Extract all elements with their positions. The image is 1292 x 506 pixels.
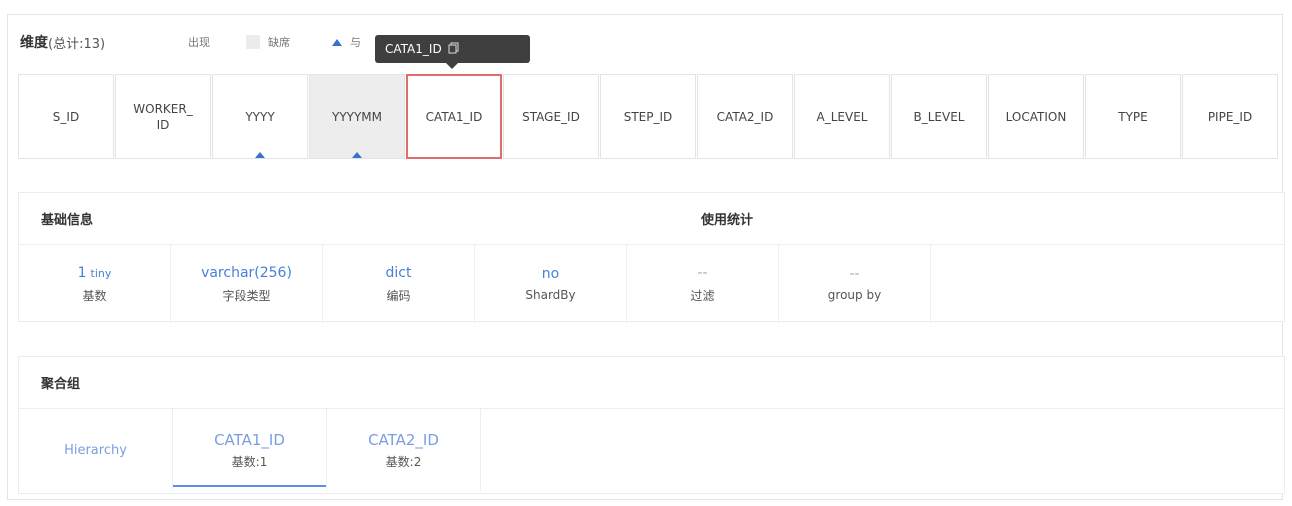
- legend-missing-label: 缺席: [268, 36, 290, 49]
- info-label: 编码: [386, 288, 411, 303]
- aggregation-group-cardinality: 基数:1: [231, 454, 268, 469]
- legend-appear: 出现: [188, 32, 210, 52]
- info-value: --: [697, 265, 707, 281]
- aggregation-group-tab[interactable]: CATA2_ID 基数:2: [327, 409, 481, 491]
- info-value: no: [542, 266, 559, 282]
- related-marker-icon: [332, 38, 342, 46]
- dimension-column-label: CATA2_ID: [716, 109, 774, 124]
- dimension-title: 维度: [20, 35, 48, 51]
- info-value: 1 tiny: [78, 265, 112, 281]
- aggregation-group-cardinality: 基数:2: [385, 454, 422, 469]
- dimension-header: 维度 (总计:13): [20, 30, 105, 54]
- basic-info-title: 基础信息: [41, 213, 94, 228]
- info-value: varchar(256): [201, 265, 292, 281]
- aggregation-title: 聚合组: [41, 377, 81, 392]
- dimension-tooltip: CATA1_ID: [375, 35, 530, 63]
- dimension-column[interactable]: STEP_ID: [600, 74, 696, 159]
- info-value-suffix: tiny: [90, 266, 112, 280]
- dimension-column[interactable]: S_ID: [18, 74, 114, 159]
- missing-swatch: [246, 35, 260, 49]
- legend-related: 与: [332, 32, 361, 52]
- dimension-column[interactable]: TYPE: [1085, 74, 1181, 159]
- info-label: ShardBy: [525, 288, 576, 302]
- info-label: group by: [827, 288, 882, 302]
- info-value-text: no: [541, 266, 560, 282]
- dimension-column[interactable]: YYYY: [212, 74, 308, 159]
- legend-missing: 缺席: [246, 32, 290, 52]
- dimension-column-label: TYPE: [1118, 109, 1148, 124]
- basic-info-panel: 基础信息 使用统计 1 tiny 基数 varchar(256) 字段类型 dict 编码 n…: [18, 192, 1285, 323]
- dimension-column-label: PIPE_ID: [1207, 109, 1253, 124]
- info-label: 过滤: [690, 288, 715, 303]
- aggregation-panel: 聚合组 Hierarchy CATA1_ID 基数:1 CATA2_ID 基数:2: [18, 356, 1285, 494]
- dimension-column[interactable]: A_LEVEL: [794, 74, 890, 159]
- info-value-text: 1: [77, 264, 87, 281]
- dimension-count: (总计:13): [48, 36, 106, 52]
- legend-related-label: 与: [350, 36, 361, 49]
- info-value: --: [849, 266, 859, 282]
- info-cell: dict 编码: [323, 245, 475, 323]
- info-cell: -- group by: [779, 245, 931, 323]
- aggregation-group-tab[interactable]: CATA1_ID 基数:1: [173, 409, 327, 491]
- aggregation-group-name: CATA1_ID: [214, 430, 285, 449]
- aggregation-group-name: CATA2_ID: [368, 430, 439, 449]
- dimension-column[interactable]: WORKER_ ID: [115, 74, 211, 159]
- dimension-column-label: STEP_ID: [623, 109, 673, 124]
- tooltip-text: CATA1_ID: [385, 42, 442, 56]
- dimension-column-label: YYYY: [245, 109, 275, 124]
- dimension-column-label: B_LEVEL: [913, 109, 965, 124]
- dimension-column-label: YYYYMM: [331, 109, 383, 124]
- dimension-column-label: STAGE_ID: [522, 109, 580, 124]
- basic-info-header: 基础信息 使用统计: [19, 193, 1284, 245]
- copy-icon[interactable]: [448, 42, 460, 57]
- info-label: 字段类型: [222, 288, 271, 303]
- dimension-column[interactable]: PIPE_ID: [1182, 74, 1278, 159]
- info-cell: varchar(256) 字段类型: [171, 245, 323, 323]
- info-value: dict: [386, 265, 412, 281]
- info-cell: -- 过滤: [627, 245, 779, 323]
- aggregation-header: 聚合组: [19, 357, 1284, 409]
- info-value-text: --: [849, 266, 860, 282]
- info-value-text: varchar(256): [201, 264, 292, 281]
- info-cell: no ShardBy: [475, 245, 627, 323]
- related-marker-icon: [352, 152, 362, 158]
- dimension-column-label: WORKER_ ID: [133, 101, 193, 132]
- dimension-column-label: CATA1_ID: [425, 109, 483, 124]
- dimension-column[interactable]: STAGE_ID: [503, 74, 599, 159]
- dimension-column-label: LOCATION: [1005, 109, 1067, 124]
- aggregation-row: Hierarchy CATA1_ID 基数:1 CATA2_ID 基数:2: [19, 409, 1284, 491]
- dimension-column-label: A_LEVEL: [816, 109, 868, 124]
- dimension-column-label: S_ID: [52, 109, 80, 124]
- dimension-column[interactable]: LOCATION: [988, 74, 1084, 159]
- info-label: 基数: [82, 288, 107, 303]
- hierarchy-label: Hierarchy: [64, 442, 127, 458]
- hierarchy-tab[interactable]: Hierarchy: [19, 409, 173, 491]
- basic-info-row: 1 tiny 基数 varchar(256) 字段类型 dict 编码 no ShardBy --…: [19, 245, 1284, 323]
- dimension-list: S_ID WORKER_ ID YYYY YYYYMM CATA1_ID STAGE_ID…: [18, 74, 1279, 159]
- info-value-text: --: [697, 264, 708, 281]
- dimension-column[interactable]: YYYYMM: [309, 74, 405, 159]
- usage-stats-title: 使用统计: [701, 213, 754, 228]
- info-value-text: dict: [385, 264, 412, 281]
- info-cell: 1 tiny 基数: [19, 245, 171, 323]
- dimension-column[interactable]: B_LEVEL: [891, 74, 987, 159]
- related-marker-icon: [255, 152, 265, 158]
- legend-appear-label: 出现: [188, 36, 210, 49]
- dimension-column[interactable]: CATA2_ID: [697, 74, 793, 159]
- tooltip-arrow: [446, 63, 458, 69]
- dimension-column[interactable]: CATA1_ID: [406, 74, 502, 159]
